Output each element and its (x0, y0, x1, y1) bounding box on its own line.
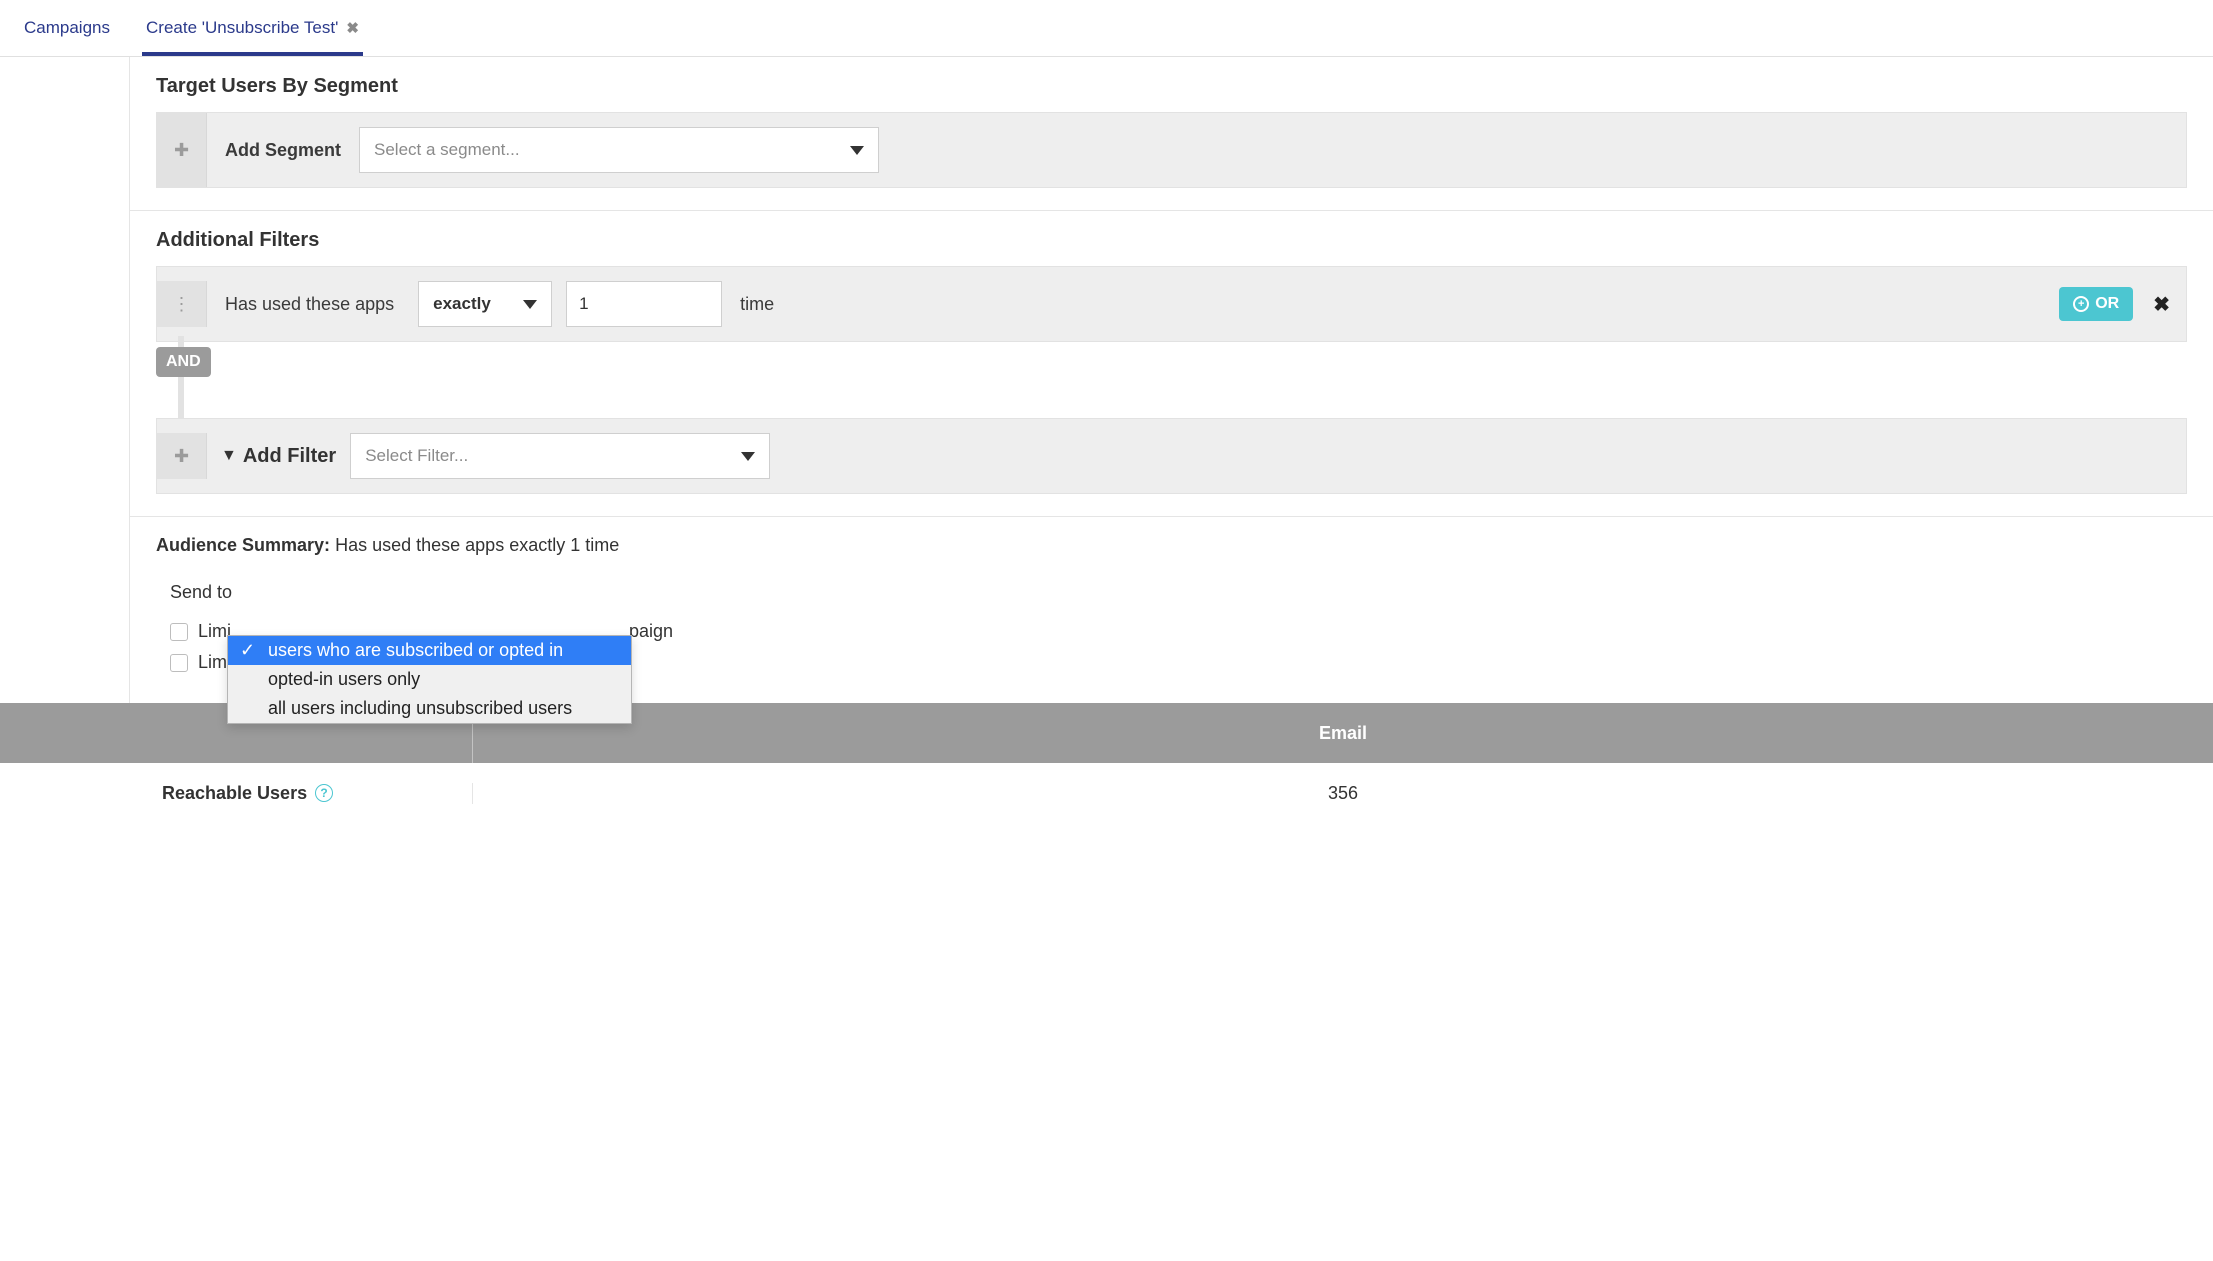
filter-count-input[interactable] (566, 281, 722, 327)
checkbox-icon[interactable] (170, 623, 188, 641)
segment-section: Target Users By Segment ✚ Add Segment Se… (130, 57, 2213, 211)
stats-reachable-row: Reachable Users ? 356 (0, 763, 2213, 823)
and-chip: AND (156, 347, 211, 377)
chevron-down-icon (850, 146, 864, 155)
filters-title: Additional Filters (156, 229, 2187, 252)
help-icon[interactable]: ? (315, 784, 333, 802)
plus-circle-icon: + (2073, 296, 2089, 312)
remove-filter-icon[interactable]: ✖ (2153, 292, 2170, 317)
filter-row-1: ⋮ Has used these apps exactly time + OR … (156, 266, 2187, 342)
select-filter-dropdown[interactable]: Select Filter... (350, 433, 770, 479)
or-button[interactable]: + OR (2059, 287, 2133, 321)
chevron-down-icon (523, 300, 537, 309)
plus-icon: ✚ (174, 446, 189, 467)
connector-line (178, 382, 184, 418)
segment-row: ✚ Add Segment Select a segment... (156, 112, 2187, 188)
tabs-bar: Campaigns Create 'Unsubscribe Test' ✖ (0, 0, 2213, 57)
add-filter-label: ▼ Add Filter (221, 445, 336, 468)
filter-unit-label: time (736, 294, 778, 315)
plus-icon: ✚ (174, 140, 189, 161)
left-panel-blank (0, 57, 130, 703)
filter-mode-value: exactly (433, 294, 491, 314)
add-segment-plus-button[interactable]: ✚ (157, 113, 207, 187)
add-segment-label: Add Segment (221, 140, 345, 161)
chevron-down-icon (741, 452, 755, 461)
funnel-icon: ▼ (221, 447, 237, 465)
send-to-option-subscribed-or-opted-in[interactable]: ✓ users who are subscribed or opted in (228, 636, 631, 665)
close-icon[interactable]: ✖ (346, 19, 359, 37)
send-to-option-all-including-unsubscribed[interactable]: all users including unsubscribed users (228, 694, 631, 723)
connector-gap (156, 382, 2187, 418)
add-filter-row: ✚ ▼ Add Filter Select Filter... (156, 418, 2187, 494)
audience-summary-line: Audience Summary: Has used these apps ex… (156, 535, 2187, 556)
filter-row-drag-handle[interactable]: ⋮ (157, 281, 207, 327)
content-area: Target Users By Segment ✚ Add Segment Se… (0, 57, 2213, 823)
segment-select-placeholder: Select a segment... (374, 140, 520, 160)
reachable-users-label: Reachable Users (162, 783, 307, 804)
tab-campaigns[interactable]: Campaigns (20, 0, 114, 56)
drag-dots-icon: ⋮ (173, 294, 191, 315)
add-filter-plus-button[interactable]: ✚ (157, 433, 207, 479)
audience-summary-label: Audience Summary: (156, 535, 330, 555)
checkbox-icon[interactable] (170, 654, 188, 672)
send-to-option-opted-in-only[interactable]: opted-in users only (228, 665, 631, 694)
filter-has-used-apps-label: Has used these apps (221, 294, 398, 315)
tab-campaigns-label: Campaigns (24, 18, 110, 38)
segment-select[interactable]: Select a segment... (359, 127, 879, 173)
select-filter-placeholder: Select Filter... (365, 446, 468, 466)
filters-section: Additional Filters ⋮ Has used these apps… (130, 211, 2213, 516)
check-icon: ✓ (240, 640, 258, 661)
limit-users-label-suffix: paign (629, 621, 673, 642)
stats-header-email: Email (473, 703, 2213, 763)
reachable-users-value: 356 (1328, 783, 1358, 804)
tab-create-campaign-label: Create 'Unsubscribe Test' (146, 18, 338, 38)
tab-create-campaign[interactable]: Create 'Unsubscribe Test' ✖ (142, 0, 363, 56)
segment-title: Target Users By Segment (156, 75, 2187, 98)
and-connector: AND (156, 342, 2187, 382)
send-to-line: Send to (170, 582, 2187, 603)
filter-mode-select[interactable]: exactly (418, 281, 552, 327)
send-to-dropdown-pop[interactable]: ✓ users who are subscribed or opted in o… (227, 635, 632, 724)
audience-summary-text: Has used these apps exactly 1 time (335, 535, 619, 555)
send-to-label: Send to (170, 582, 232, 603)
or-button-label: OR (2095, 295, 2119, 313)
